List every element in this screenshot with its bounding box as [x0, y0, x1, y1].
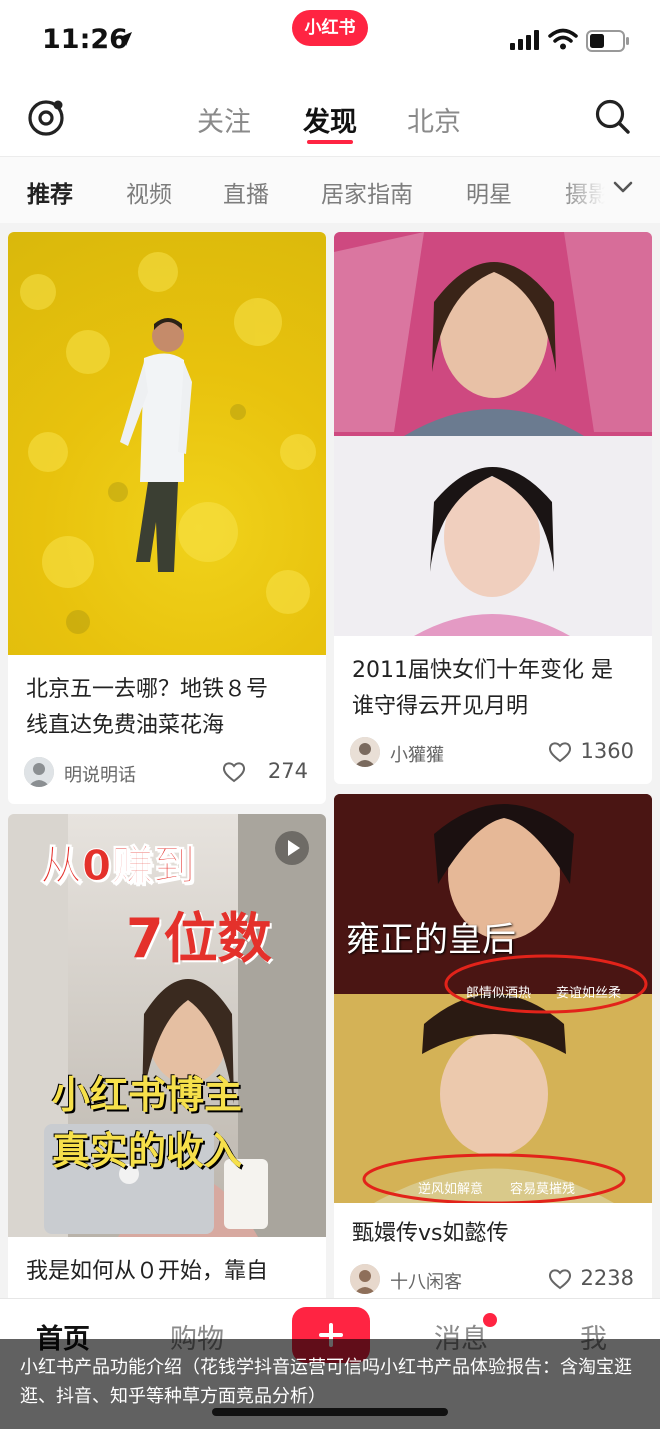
app-badge: 小红书	[292, 10, 368, 46]
top-nav: 关注 发现 北京	[0, 80, 660, 157]
card-title-line: 线直达免费油菜花海	[26, 713, 225, 738]
image-text: 小红书博主	[52, 1073, 243, 1117]
card-author[interactable]: 明说明话	[64, 761, 136, 787]
image-text: 妾谊如丝柔	[556, 986, 622, 1001]
camera-icon[interactable]	[26, 98, 66, 142]
category-video[interactable]: 视频	[126, 175, 172, 209]
card-title-line: 谁守得云开见月明	[352, 694, 529, 719]
card-title: 北京五一去哪？地铁８号 线直达免费油菜花海	[26, 672, 268, 744]
like-count: 1360	[580, 739, 634, 763]
image-text: 郎情似酒热	[466, 986, 532, 1001]
feed: 北京五一去哪？地铁８号 线直达免费油菜花海 明说明话 274 2011届快女们十…	[0, 223, 660, 1298]
card-title: 甄嬛传vs如懿传	[352, 1216, 508, 1252]
heart-icon[interactable]	[222, 761, 246, 787]
like-count: 274	[267, 759, 308, 783]
tab-beijing[interactable]: 北京	[407, 100, 461, 139]
tab-follow[interactable]: 关注	[197, 100, 251, 139]
category-bar: 推荐 视频 直播 居家指南 明星 摄影	[0, 157, 660, 223]
category-live[interactable]: 直播	[223, 175, 269, 209]
card-meta: 明说明话 274	[24, 757, 312, 789]
notification-dot	[483, 1313, 497, 1327]
heart-icon[interactable]	[548, 741, 572, 767]
heart-icon[interactable]	[548, 1268, 572, 1294]
card-title-line: 北京五一去哪？地铁８号	[26, 677, 269, 702]
avatar[interactable]	[350, 1264, 380, 1294]
avatar[interactable]	[350, 737, 380, 767]
card-image-idol-comparison	[334, 232, 652, 636]
card-title: 2011届快女们十年变化 是 谁守得云开见月明	[352, 653, 613, 725]
feed-card-3[interactable]: 从0赚到 7位数 小红书博主 真实的收入 我是如何从０开始，靠自	[8, 814, 326, 1298]
chevron-down-icon[interactable]	[612, 179, 634, 199]
category-fade	[560, 157, 660, 223]
card-title-line: 2011届快女们十年变化 是	[352, 658, 613, 683]
avatar[interactable]	[24, 757, 54, 787]
card-author[interactable]: 小獾獾	[390, 741, 444, 767]
feed-card-4[interactable]: 雍正的皇后 郎情似酒热 妾谊如丝柔 逆风如解意 容易莫摧残 甄嬛传vs如懿传 十…	[334, 794, 652, 1298]
category-home-guide[interactable]: 居家指南	[321, 175, 413, 209]
caption-text: 小红书产品功能介绍（花钱学抖音运营可信吗小红书产品体验报告：含淘宝逛逛、抖音、知…	[20, 1357, 632, 1407]
card-title: 我是如何从０开始，靠自	[26, 1254, 268, 1290]
battery-icon	[586, 30, 630, 56]
search-icon[interactable]	[594, 98, 632, 140]
card-image-palace-drama: 雍正的皇后 郎情似酒热 妾谊如丝柔 逆风如解意 容易莫摧残	[334, 794, 652, 1205]
category-celebrity[interactable]: 明星	[466, 175, 512, 209]
image-text: 真实的收入	[52, 1129, 243, 1173]
image-text: 雍正的皇后	[346, 920, 516, 960]
home-indicator[interactable]	[212, 1408, 448, 1416]
card-image-rapeseed-field	[8, 232, 326, 655]
like-count: 2238	[580, 1266, 634, 1290]
image-text: 7位数	[126, 907, 272, 970]
feed-card-2[interactable]: 2011届快女们十年变化 是 谁守得云开见月明 小獾獾 1360	[334, 232, 652, 784]
signal-icon	[510, 30, 542, 54]
image-text: 从0赚到	[39, 841, 196, 891]
card-image-blogger-income: 从0赚到 7位数 小红书博主 真实的收入	[8, 814, 326, 1237]
status-bar: 11:26 小红书	[0, 0, 660, 80]
tab-discover[interactable]: 发现	[303, 100, 357, 139]
card-author[interactable]: 十八闲客	[390, 1268, 462, 1294]
feed-card-1[interactable]: 北京五一去哪？地铁８号 线直达免费油菜花海 明说明话 274	[8, 232, 326, 804]
card-title-line: 我是如何从０开始，靠自	[26, 1259, 269, 1284]
category-recommend[interactable]: 推荐	[27, 175, 73, 209]
play-icon[interactable]	[274, 830, 310, 870]
image-text: 逆风如解意	[418, 1182, 484, 1197]
wifi-icon	[548, 28, 578, 54]
active-tab-indicator	[307, 140, 353, 144]
image-text: 容易莫摧残	[510, 1182, 576, 1197]
card-title-line: 甄嬛传vs如懿传	[352, 1221, 509, 1246]
location-arrow-icon	[116, 30, 134, 52]
card-meta: 十八闲客 2238	[350, 1264, 638, 1296]
card-meta: 小獾獾 1360	[350, 737, 638, 769]
